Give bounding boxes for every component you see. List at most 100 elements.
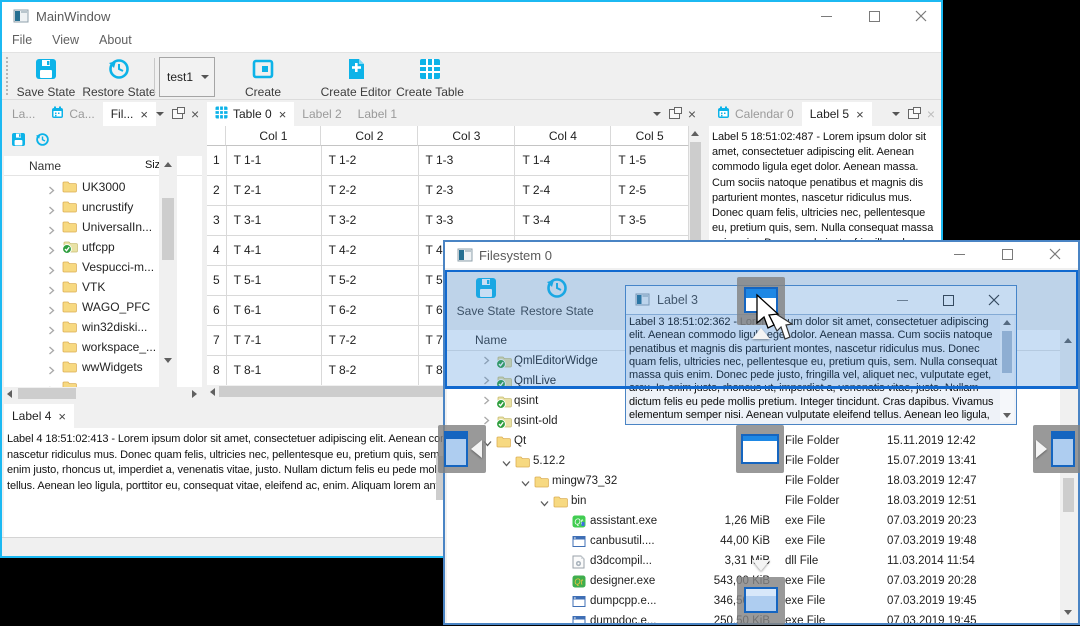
tab-la[interactable]: La... xyxy=(4,102,43,126)
table-cell[interactable]: T 2-3 xyxy=(418,176,516,206)
tabs-menu-icon[interactable] xyxy=(155,112,164,116)
dock-left-indicator[interactable] xyxy=(438,425,486,473)
save-state-button[interactable]: Save State xyxy=(14,55,78,99)
close-dock-icon[interactable]: × xyxy=(688,107,696,121)
create-table-button[interactable]: Create Table xyxy=(394,55,466,99)
restore-state-button[interactable]: Restore State xyxy=(80,55,158,99)
table-cell[interactable]: T 3-5 xyxy=(611,206,689,236)
close-dock-icon[interactable]: × xyxy=(927,107,935,121)
chevron-right-icon[interactable] xyxy=(483,396,490,408)
folder-icon xyxy=(534,475,549,491)
undock-icon[interactable] xyxy=(668,107,682,119)
close-icon[interactable] xyxy=(1039,240,1073,268)
tab-close-icon[interactable]: × xyxy=(140,107,148,122)
close-dock-icon[interactable]: × xyxy=(191,107,199,121)
table-cell[interactable]: T 1-4 xyxy=(515,146,612,176)
fs-row-canbusutil-[interactable]: canbusutil.... 44,00 KiB exe File 07.03.201… xyxy=(447,532,1061,552)
chevron-down-icon[interactable] xyxy=(502,458,511,470)
perspective-dropdown[interactable]: test1 xyxy=(159,57,215,97)
table-cell[interactable]: T 3-2 xyxy=(321,206,419,236)
left-tree-vscrollbar[interactable] xyxy=(159,156,177,387)
maximize-icon[interactable] xyxy=(858,2,892,30)
tree-header-size[interactable]: Siz xyxy=(145,159,159,171)
table-cell[interactable]: T 2-2 xyxy=(321,176,419,206)
fs-row-assistant-exe[interactable]: Qt assistant.exe 1,26 MiB exe File 07.03.201… xyxy=(447,512,1061,532)
restore-icon xyxy=(80,57,158,84)
tab-calendar-0[interactable]: Calendar 0 xyxy=(709,102,802,126)
filesystem-titlebar[interactable]: Filesystem 0 xyxy=(445,242,1078,268)
table-cell[interactable]: T 3-3 xyxy=(418,206,516,236)
column-header-3[interactable]: Col 3 xyxy=(418,126,516,146)
table-row: 3T 3-1 T 3-2 T 3-3 T 3-4 T 3-5 xyxy=(207,206,689,236)
table-cell[interactable]: T 2-1 xyxy=(226,176,322,206)
table-cell[interactable]: T 1-3 xyxy=(418,146,516,176)
save-icon[interactable] xyxy=(11,132,26,152)
tab-label-1[interactable]: Label 1 xyxy=(350,102,405,126)
table-cell[interactable]: T 4-2 xyxy=(321,236,419,266)
tab-label-2[interactable]: Label 2 xyxy=(294,102,349,126)
column-header-2[interactable]: Col 2 xyxy=(321,126,419,146)
table-cell[interactable]: T 2-5 xyxy=(611,176,689,206)
toolbar-handle[interactable] xyxy=(6,57,8,95)
table-cell[interactable]: T 8-2 xyxy=(322,356,419,385)
dock-center-indicator[interactable] xyxy=(736,425,784,473)
table-cell[interactable]: T 4-1 xyxy=(226,236,322,266)
menu-item-file[interactable]: File xyxy=(2,30,42,50)
tab-close-icon[interactable]: × xyxy=(279,107,287,122)
dock-bottom-indicator[interactable] xyxy=(737,577,785,625)
tab-table-0[interactable]: Table 0 × xyxy=(207,102,295,126)
column-header-5[interactable]: Col 5 xyxy=(611,126,689,146)
table-cell[interactable]: T 1-5 xyxy=(611,146,689,176)
table-cell[interactable]: T 7-2 xyxy=(321,326,419,356)
table-cell[interactable]: T 5-1 xyxy=(226,266,322,296)
column-header-1[interactable]: Col 1 xyxy=(226,126,322,146)
table-cell[interactable]: T 6-2 xyxy=(321,296,419,326)
menu-item-view[interactable]: View xyxy=(42,30,89,50)
tab-close-icon[interactable]: × xyxy=(58,409,66,424)
table-cell[interactable]: T 8-1 xyxy=(227,356,322,385)
fs-row-mingw73-32[interactable]: mingw73_32 File Folder 18.03.2019 12:47 xyxy=(447,472,1061,492)
tab-close-icon[interactable]: × xyxy=(856,107,864,122)
fs-type: exe File xyxy=(785,535,826,547)
table-cell[interactable]: T 1-2 xyxy=(321,146,419,176)
column-header-4[interactable]: Col 4 xyxy=(515,126,612,146)
table-cell[interactable]: T 2-4 xyxy=(515,176,612,206)
folder-check-icon xyxy=(496,415,512,432)
tabs-menu-icon[interactable] xyxy=(652,112,661,116)
undock-icon[interactable] xyxy=(907,107,921,119)
fs-name: designer.exe xyxy=(590,575,656,587)
close-icon[interactable] xyxy=(905,2,939,30)
table-cell[interactable]: T 6-1 xyxy=(226,296,322,326)
chevron-down-icon[interactable] xyxy=(521,478,530,490)
tab-fil[interactable]: Fil... × xyxy=(102,102,156,126)
left-tree-hscrollbar[interactable] xyxy=(4,387,202,400)
create-editor-button[interactable]: Create Editor xyxy=(318,55,394,99)
fs-row-bin[interactable]: bin File Folder 18.03.2019 12:51 xyxy=(447,492,1061,512)
tab-label-5[interactable]: Label 5 × xyxy=(801,102,872,126)
tree-header-name[interactable]: Name xyxy=(29,159,61,173)
tab-ca[interactable]: Ca... xyxy=(43,102,102,126)
tree-item-label: wwWidgets xyxy=(82,360,143,374)
restore-icon[interactable] xyxy=(35,132,50,152)
table-cell[interactable]: T 3-4 xyxy=(515,206,612,236)
folder-icon xyxy=(62,260,77,278)
table-cell[interactable]: T 5-2 xyxy=(321,266,419,296)
maximize-icon[interactable] xyxy=(991,240,1025,268)
table-cell[interactable]: T 3-1 xyxy=(226,206,322,236)
table-cell[interactable]: T 1-1 xyxy=(226,146,322,176)
fs-type: exe File xyxy=(785,595,826,607)
arrow-left-icon xyxy=(471,440,482,458)
tabs-menu-icon[interactable] xyxy=(891,112,900,116)
menu-item-about[interactable]: About xyxy=(89,30,142,50)
main-titlebar[interactable]: MainWindow xyxy=(2,2,941,30)
dock-right-indicator[interactable] xyxy=(1033,425,1080,473)
chevron-down-icon[interactable] xyxy=(540,498,549,510)
undock-icon[interactable] xyxy=(171,107,185,119)
table-cell[interactable]: T 7-1 xyxy=(226,326,322,356)
tab-label-4[interactable]: Label 4 × xyxy=(4,404,74,428)
folder-icon xyxy=(62,300,77,318)
minimize-icon[interactable] xyxy=(810,2,844,30)
fs-date: 07.03.2019 19:48 xyxy=(887,535,977,547)
minimize-icon[interactable] xyxy=(943,240,977,268)
row-number: 7 xyxy=(207,326,227,356)
